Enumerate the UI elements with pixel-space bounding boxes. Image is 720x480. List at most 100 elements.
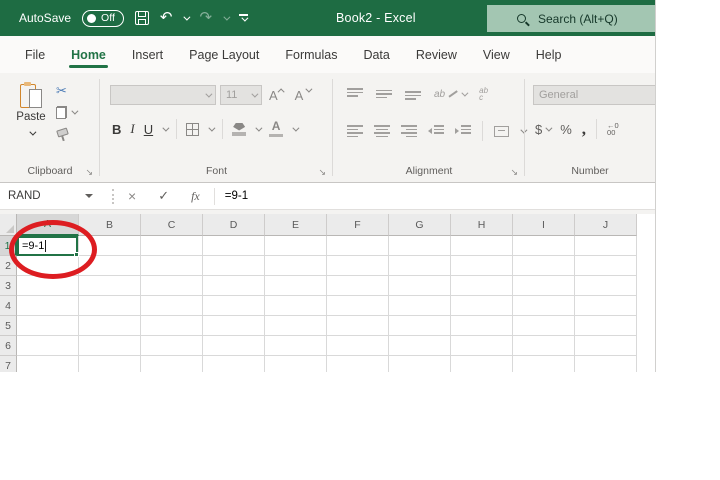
search-box[interactable]: Search (Alt+Q) [487, 5, 655, 32]
excel-window: AutoSave Off ↶ ↷ Book2 - Excel Search (A… [0, 0, 656, 372]
orientation-button[interactable]: ab [434, 89, 466, 100]
font-row-2: B I U A [112, 119, 297, 139]
currency-button[interactable]: $ [535, 122, 550, 137]
increase-decimal-button[interactable]: ←000 [607, 122, 619, 136]
name-box-dropdown-icon[interactable] [85, 194, 93, 198]
underline-chevron-icon[interactable] [163, 124, 170, 131]
column-header-J[interactable]: J [575, 214, 637, 236]
row-header-5[interactable]: 5 [0, 316, 17, 336]
column-header-I[interactable]: I [513, 214, 575, 236]
tab-view[interactable]: View [470, 36, 523, 73]
format-painter-button[interactable] [56, 127, 67, 141]
formula-bar-grip[interactable] [112, 189, 114, 204]
column-header-H[interactable]: H [451, 214, 513, 236]
font-size-value: 11 [226, 89, 237, 101]
number-row: $ % , ←000 [535, 119, 619, 139]
tab-review[interactable]: Review [403, 36, 470, 73]
column-header-A[interactable]: A [17, 214, 79, 236]
row-header-6[interactable]: 6 [0, 336, 17, 356]
font-name-combo[interactable] [110, 85, 216, 105]
italic-button[interactable]: I [130, 121, 134, 137]
divider [482, 121, 483, 141]
undo-chevron-icon[interactable] [184, 13, 191, 20]
alignment-dialog-launcher[interactable]: ↘ [510, 167, 518, 178]
row-header-2[interactable]: 2 [0, 256, 17, 276]
alignment-row-1: ab abc [347, 87, 488, 101]
enter-button[interactable]: ✓ [158, 188, 169, 204]
tab-insert[interactable]: Insert [119, 36, 176, 73]
grow-font-caret-icon [277, 88, 284, 95]
font-dialog-launcher[interactable]: ↘ [318, 167, 326, 178]
insert-function-button[interactable]: fx [191, 189, 200, 204]
paste-clipboard-icon [20, 82, 42, 110]
tab-formulas[interactable]: Formulas [272, 36, 350, 73]
font-color-button[interactable]: A [269, 121, 283, 137]
alignment-row-2 [347, 121, 525, 141]
decrease-indent-bars [434, 125, 444, 137]
row-header-4[interactable]: 4 [0, 296, 17, 316]
font-color-chevron-icon[interactable] [293, 124, 300, 131]
undo-icon[interactable]: ↶ [160, 11, 173, 25]
tab-page-layout[interactable]: Page Layout [176, 36, 272, 73]
row-header-7[interactable]: 7 [0, 356, 17, 372]
clipboard-dialog-launcher[interactable]: ↘ [85, 167, 93, 178]
merge-center-button[interactable] [494, 126, 509, 137]
increase-indent-button[interactable] [455, 125, 471, 137]
font-size-combo[interactable]: 11 [220, 85, 262, 105]
active-cell-A1[interactable]: =9-1 [17, 236, 78, 256]
select-all-corner[interactable] [0, 214, 17, 236]
grow-font-button[interactable]: A [266, 88, 288, 103]
percent-button[interactable]: % [560, 122, 572, 137]
shrink-font-button[interactable]: A [292, 88, 314, 103]
paste-button[interactable]: Paste [10, 82, 52, 141]
formula-input[interactable]: =9-1 [225, 190, 655, 202]
middle-align-button[interactable] [376, 88, 392, 100]
borders-button[interactable] [186, 123, 199, 136]
decrease-indent-button[interactable] [428, 125, 444, 137]
cell-text: =9-1 [22, 240, 44, 252]
tab-home[interactable]: Home [58, 36, 119, 73]
bold-button[interactable]: B [112, 122, 121, 137]
redo-chevron-icon [223, 13, 230, 20]
column-header-B[interactable]: B [79, 214, 141, 236]
bottom-align-button[interactable] [405, 88, 421, 100]
increase-indent-bars [461, 125, 471, 137]
paste-chevron-icon[interactable] [29, 129, 36, 136]
column-header-C[interactable]: C [141, 214, 203, 236]
fill-bucket-icon [233, 123, 245, 131]
wrap-text-button[interactable]: abc [479, 87, 488, 101]
fill-color-button[interactable] [232, 123, 246, 136]
underline-button[interactable]: U [144, 122, 153, 137]
row-header-3[interactable]: 3 [0, 276, 17, 296]
cancel-button[interactable]: × [128, 188, 136, 204]
save-icon[interactable] [135, 11, 149, 25]
paste-label: Paste [10, 111, 52, 123]
top-align-button[interactable] [347, 88, 363, 100]
search-placeholder: Search (Alt+Q) [538, 12, 618, 26]
column-header-G[interactable]: G [389, 214, 451, 236]
align-right-button[interactable] [401, 125, 417, 137]
autosave-toggle[interactable]: Off [82, 10, 124, 27]
number-format-combo[interactable]: General [533, 85, 655, 105]
row-header-1[interactable]: 1 [0, 236, 17, 256]
comma-style-button[interactable]: , [582, 124, 586, 134]
copy-icon [56, 106, 67, 119]
column-header-F[interactable]: F [327, 214, 389, 236]
copy-button[interactable] [56, 105, 76, 119]
customize-qat-icon[interactable] [239, 14, 248, 21]
align-left-button[interactable] [347, 125, 363, 137]
borders-chevron-icon[interactable] [209, 124, 216, 131]
tab-file[interactable]: File [12, 36, 58, 73]
column-header-D[interactable]: D [203, 214, 265, 236]
fill-handle[interactable] [74, 252, 79, 257]
cell-area[interactable]: =9-1 [17, 236, 637, 372]
format-painter-icon [56, 128, 67, 141]
name-box[interactable]: RAND [0, 183, 101, 209]
column-header-E[interactable]: E [265, 214, 327, 236]
tab-data[interactable]: Data [350, 36, 402, 73]
cut-button[interactable]: ✂ [56, 83, 67, 97]
align-center-button[interactable] [374, 125, 390, 137]
tab-help[interactable]: Help [523, 36, 575, 73]
scissors-icon: ✂ [56, 84, 67, 97]
fill-color-chevron-icon[interactable] [256, 124, 263, 131]
